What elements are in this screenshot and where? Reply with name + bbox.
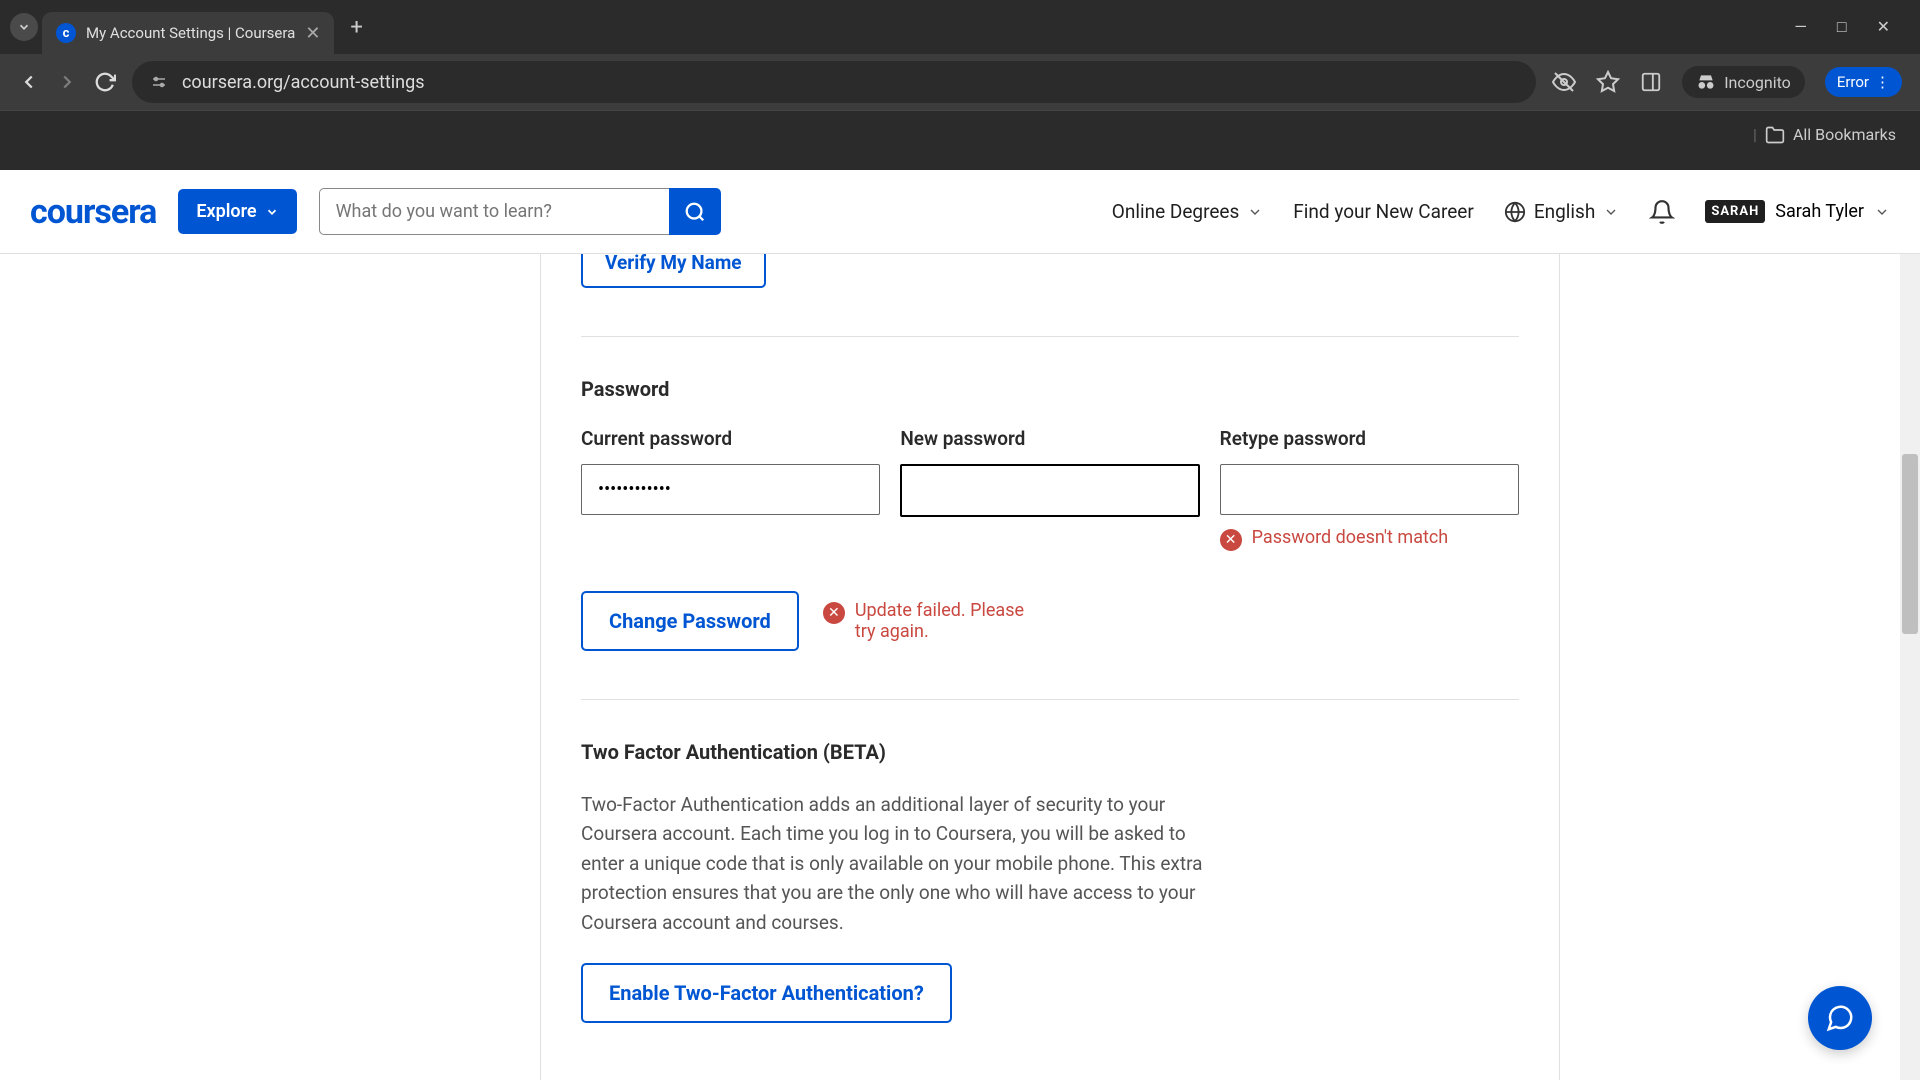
main-panel: Verify My Name Password Current password… bbox=[540, 254, 1560, 1080]
enable-tfa-button[interactable]: Enable Two-Factor Authentication? bbox=[581, 963, 952, 1023]
close-window-button[interactable]: ✕ bbox=[1877, 17, 1890, 37]
new-password-label: New password bbox=[900, 427, 1199, 450]
change-password-button[interactable]: Change Password bbox=[581, 591, 799, 651]
password-section: Password Current password New password R… bbox=[581, 377, 1519, 651]
online-degrees-link[interactable]: Online Degrees bbox=[1112, 200, 1264, 223]
url-field[interactable]: coursera.org/account-settings bbox=[132, 61, 1536, 103]
close-tab-button[interactable]: ✕ bbox=[305, 23, 320, 44]
kebab-icon: ⋮ bbox=[1875, 73, 1890, 91]
reload-button[interactable] bbox=[94, 71, 116, 93]
password-section-title: Password bbox=[581, 377, 1519, 401]
retype-error-text: Password doesn't match bbox=[1252, 527, 1449, 548]
browser-tab[interactable]: c My Account Settings | Coursera ✕ bbox=[42, 12, 334, 54]
error-badge[interactable]: Error ⋮ bbox=[1825, 67, 1902, 97]
retype-password-input[interactable] bbox=[1220, 464, 1519, 515]
tab-title: My Account Settings | Coursera bbox=[86, 24, 295, 42]
new-password-group: New password bbox=[900, 427, 1199, 551]
chevron-down-icon bbox=[17, 20, 31, 34]
divider bbox=[581, 699, 1519, 700]
chat-icon bbox=[1825, 1003, 1855, 1033]
forward-button[interactable] bbox=[56, 71, 78, 93]
tab-bar: c My Account Settings | Coursera ✕ + — □… bbox=[0, 0, 1920, 54]
bookmark-bar: | All Bookmarks bbox=[0, 110, 1920, 158]
bell-icon bbox=[1649, 199, 1675, 225]
page-content: coursera Explore Online Degrees Find you… bbox=[0, 170, 1920, 1080]
current-password-label: Current password bbox=[581, 427, 880, 450]
maximize-button[interactable]: □ bbox=[1837, 17, 1847, 37]
arrow-left-icon bbox=[18, 71, 40, 93]
password-fields-row: Current password New password Retype pas… bbox=[581, 427, 1519, 551]
address-bar: coursera.org/account-settings Incognito … bbox=[0, 54, 1920, 110]
url-text: coursera.org/account-settings bbox=[182, 72, 425, 93]
divider bbox=[581, 336, 1519, 337]
user-name: Sarah Tyler bbox=[1775, 201, 1864, 222]
search-wrap bbox=[319, 188, 721, 235]
tfa-description: Two-Factor Authentication adds an additi… bbox=[581, 790, 1221, 937]
update-error: ✕ Update failed. Please try again. bbox=[823, 600, 1043, 642]
folder-icon bbox=[1765, 125, 1785, 145]
retype-password-group: Retype password ✕ Password doesn't match bbox=[1220, 427, 1519, 551]
error-icon: ✕ bbox=[1220, 529, 1242, 551]
user-menu[interactable]: SARAH Sarah Tyler bbox=[1705, 200, 1890, 223]
chevron-down-icon bbox=[265, 205, 279, 219]
all-bookmarks-link[interactable]: All Bookmarks bbox=[1793, 125, 1896, 144]
minimize-button[interactable]: — bbox=[1794, 17, 1807, 37]
new-tab-button[interactable]: + bbox=[338, 15, 374, 40]
scrollbar-thumb[interactable] bbox=[1902, 454, 1918, 634]
site-settings-icon bbox=[150, 73, 168, 91]
favicon-icon: c bbox=[56, 23, 76, 43]
side-panel-icon[interactable] bbox=[1640, 71, 1662, 93]
retype-error: ✕ Password doesn't match bbox=[1220, 527, 1519, 551]
address-actions: Incognito Error ⋮ bbox=[1552, 66, 1902, 98]
current-password-input[interactable] bbox=[581, 464, 880, 515]
incognito-icon bbox=[1696, 72, 1716, 92]
incognito-badge[interactable]: Incognito bbox=[1682, 66, 1805, 98]
site-header: coursera Explore Online Degrees Find you… bbox=[0, 170, 1920, 254]
language-selector[interactable]: English bbox=[1504, 200, 1619, 223]
chat-button[interactable] bbox=[1808, 986, 1872, 1050]
current-password-group: Current password bbox=[581, 427, 880, 551]
chevron-down-icon bbox=[1603, 204, 1619, 220]
search-input[interactable] bbox=[319, 188, 669, 235]
chevron-down-icon bbox=[1874, 204, 1890, 220]
header-links: Online Degrees Find your New Career Engl… bbox=[1112, 199, 1890, 225]
chevron-down-icon bbox=[1247, 204, 1263, 220]
tfa-section-title: Two Factor Authentication (BETA) bbox=[581, 740, 1519, 764]
retype-password-label: Retype password bbox=[1220, 427, 1519, 450]
password-action-row: Change Password ✕ Update failed. Please … bbox=[581, 591, 1519, 651]
search-icon bbox=[684, 201, 706, 223]
notifications-button[interactable] bbox=[1649, 199, 1675, 225]
globe-icon bbox=[1504, 201, 1526, 223]
eye-off-icon[interactable] bbox=[1552, 70, 1576, 94]
back-button[interactable] bbox=[18, 71, 40, 93]
star-icon[interactable] bbox=[1596, 70, 1620, 94]
update-error-text: Update failed. Please try again. bbox=[855, 600, 1043, 642]
browser-chrome: c My Account Settings | Coursera ✕ + — □… bbox=[0, 0, 1920, 170]
tab-search-button[interactable] bbox=[10, 13, 38, 41]
arrow-right-icon bbox=[56, 71, 78, 93]
tfa-section: Two Factor Authentication (BETA) Two-Fac… bbox=[581, 740, 1519, 1023]
error-icon: ✕ bbox=[823, 602, 845, 624]
explore-button[interactable]: Explore bbox=[178, 189, 296, 234]
content-area: Verify My Name Password Current password… bbox=[0, 254, 1920, 1080]
verify-name-button[interactable]: Verify My Name bbox=[581, 254, 766, 288]
search-button[interactable] bbox=[669, 188, 721, 235]
new-password-input[interactable] bbox=[900, 464, 1199, 517]
window-controls: — □ ✕ bbox=[1794, 17, 1910, 37]
scrollbar-track[interactable] bbox=[1900, 254, 1920, 1080]
reload-icon bbox=[94, 71, 116, 93]
coursera-logo[interactable]: coursera bbox=[30, 192, 156, 232]
new-career-link[interactable]: Find your New Career bbox=[1293, 200, 1474, 223]
user-badge: SARAH bbox=[1705, 200, 1765, 223]
